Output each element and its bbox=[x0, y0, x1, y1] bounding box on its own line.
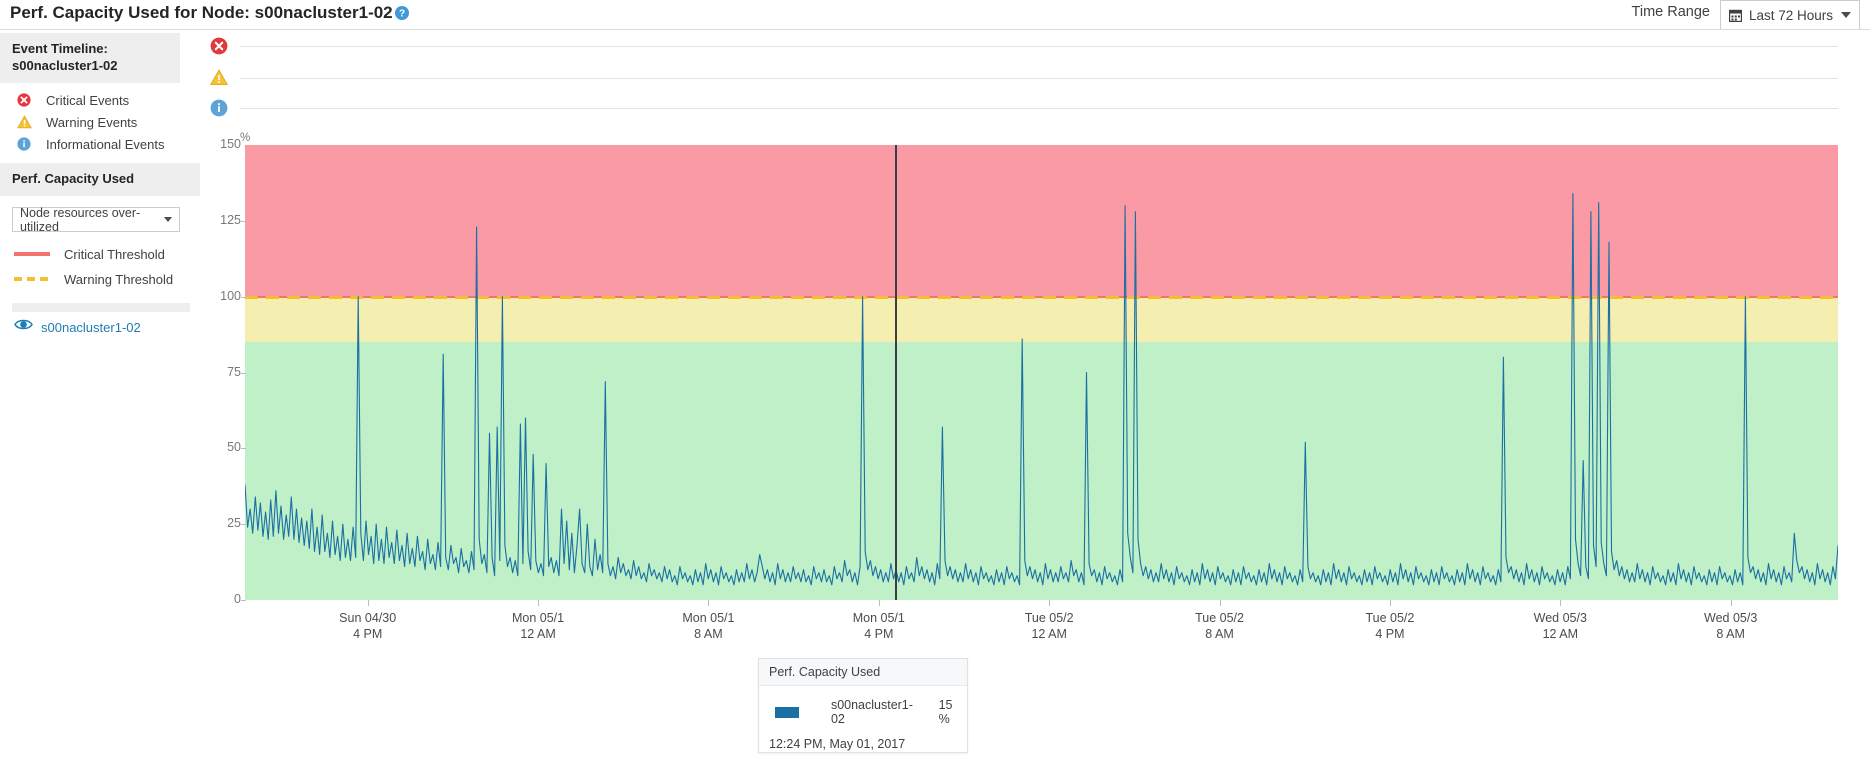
y-tick-label: 50 bbox=[227, 440, 241, 455]
header-divider bbox=[0, 29, 1870, 30]
y-tick-label: 75 bbox=[227, 364, 241, 379]
event-timeline-track-warning bbox=[240, 78, 1838, 79]
x-tick-mark bbox=[1389, 600, 1391, 606]
x-tick-label: Wed 05/3 8 AM bbox=[1671, 610, 1791, 642]
time-range-value: Last 72 Hours bbox=[1749, 7, 1834, 23]
page-title: Perf. Capacity Used for Node: s00naclust… bbox=[10, 3, 393, 22]
x-tick-date: Mon 05/1 bbox=[682, 611, 735, 625]
chart-tooltip: Perf. Capacity Used s00nacluster1-02 15 … bbox=[758, 658, 968, 753]
y-tick-label: 25 bbox=[227, 516, 241, 531]
x-tick-time: 12 AM bbox=[520, 627, 556, 641]
x-tick-label: Wed 05/3 12 AM bbox=[1500, 610, 1620, 642]
x-tick-time: 8 AM bbox=[1716, 627, 1745, 641]
event-timeline-title: Event Timeline: bbox=[12, 41, 108, 56]
tooltip-series-name: s00nacluster1-02 bbox=[830, 698, 913, 726]
x-tick-mark bbox=[367, 600, 369, 606]
x-tick-date: Tue 05/2 bbox=[1365, 611, 1415, 625]
x-tick-date: Tue 05/2 bbox=[1024, 611, 1074, 625]
calendar-icon bbox=[1729, 9, 1742, 22]
tooltip-timestamp: 12:24 PM, May 01, 2017 bbox=[769, 737, 906, 751]
legend-label: Critical Events bbox=[46, 92, 130, 108]
y-axis-unit: % bbox=[240, 132, 251, 144]
page-header: Perf. Capacity Used for Node: s00naclust… bbox=[0, 0, 1870, 30]
information-circle-icon[interactable] bbox=[210, 99, 228, 117]
y-tick-mark bbox=[241, 524, 246, 526]
warning-triangle-icon[interactable] bbox=[209, 69, 229, 87]
x-tick-mark bbox=[1219, 600, 1221, 606]
x-tick-time: 4 PM bbox=[1375, 627, 1405, 641]
help-circle-icon[interactable]: ? bbox=[395, 6, 409, 20]
x-tick-label: Mon 05/1 8 AM bbox=[648, 610, 768, 642]
y-tick-mark bbox=[241, 600, 246, 601]
x-tick-time: 8 AM bbox=[694, 627, 723, 641]
event-timeline-header: Event Timeline: s00nacluster1-02 bbox=[0, 33, 180, 83]
y-tick-label: 100 bbox=[220, 288, 241, 303]
x-tick-mark bbox=[1049, 600, 1051, 606]
x-tick-time: 4 PM bbox=[353, 627, 383, 641]
x-axis: Sun 04/30 4 PM Mon 05/1 12 AM Mon 05/1 8 AM Mo… bbox=[0, 600, 1870, 660]
x-tick-time: 4 PM bbox=[864, 627, 894, 641]
critical-error-icon bbox=[14, 93, 34, 107]
x-tick-label: Tue 05/2 4 PM bbox=[1330, 610, 1450, 642]
tooltip-series-row: s00nacluster1-02 15 % bbox=[759, 698, 967, 726]
y-tick-mark bbox=[241, 296, 246, 298]
y-tick-label: 150 bbox=[220, 137, 241, 151]
x-tick-time: 12 AM bbox=[1031, 627, 1067, 641]
event-timeline-node: s00nacluster1-02 bbox=[12, 58, 118, 73]
x-tick-mark bbox=[708, 600, 710, 606]
legend-item-critical-events[interactable]: Critical Events bbox=[0, 91, 222, 109]
y-tick-mark bbox=[241, 372, 246, 374]
perf-capacity-chart: % 0 25 50 75 100 125 150 Sun 04/30 4 PM Mon 05/1… bbox=[0, 120, 1870, 765]
y-tick-label: 125 bbox=[220, 212, 241, 227]
plot-area[interactable] bbox=[245, 145, 1838, 600]
x-tick-label: Mon 05/1 4 PM bbox=[819, 610, 939, 642]
x-tick-date: Tue 05/2 bbox=[1195, 611, 1244, 625]
x-tick-time: 8 AM bbox=[1205, 627, 1234, 641]
tooltip-series-value: 15 % bbox=[938, 698, 953, 726]
time-range-dropdown[interactable]: Last 72 Hours bbox=[1720, 0, 1860, 30]
x-tick-date: Mon 05/1 bbox=[852, 611, 905, 625]
x-tick-label: Tue 05/2 8 AM bbox=[1160, 610, 1280, 642]
critical-error-icon[interactable] bbox=[210, 37, 228, 55]
y-axis: 0 25 50 75 100 125 150 bbox=[185, 120, 241, 630]
series-line-s00nacluster1-02 bbox=[245, 192, 1838, 586]
chevron-down-icon bbox=[1841, 12, 1851, 18]
event-timeline-track-critical bbox=[240, 46, 1838, 47]
x-tick-label: Tue 05/2 12 AM bbox=[989, 610, 1109, 642]
x-tick-date: Mon 05/1 bbox=[511, 611, 565, 625]
x-tick-mark bbox=[878, 600, 880, 606]
tooltip-series-swatch bbox=[775, 706, 799, 718]
x-tick-mark bbox=[1560, 600, 1562, 606]
y-tick-mark bbox=[241, 448, 246, 450]
x-tick-date: Wed 05/3 bbox=[1533, 611, 1587, 625]
y-tick-mark bbox=[241, 220, 246, 222]
x-tick-mark bbox=[1730, 600, 1732, 606]
x-tick-label: Sun 04/30 4 PM bbox=[308, 610, 428, 642]
x-tick-date: Wed 05/3 bbox=[1704, 611, 1758, 625]
cursor-crosshair-line[interactable] bbox=[895, 145, 897, 600]
tooltip-title: Perf. Capacity Used bbox=[759, 659, 967, 686]
time-range-label: Time Range bbox=[1631, 4, 1710, 20]
event-timeline-track-informational bbox=[240, 108, 1838, 109]
x-tick-time: 12 AM bbox=[1542, 627, 1578, 641]
x-tick-mark bbox=[538, 600, 540, 606]
svg-text:?: ? bbox=[399, 9, 405, 20]
x-tick-date: Sun 04/30 bbox=[339, 611, 397, 625]
x-tick-label: Mon 05/1 12 AM bbox=[478, 610, 598, 642]
